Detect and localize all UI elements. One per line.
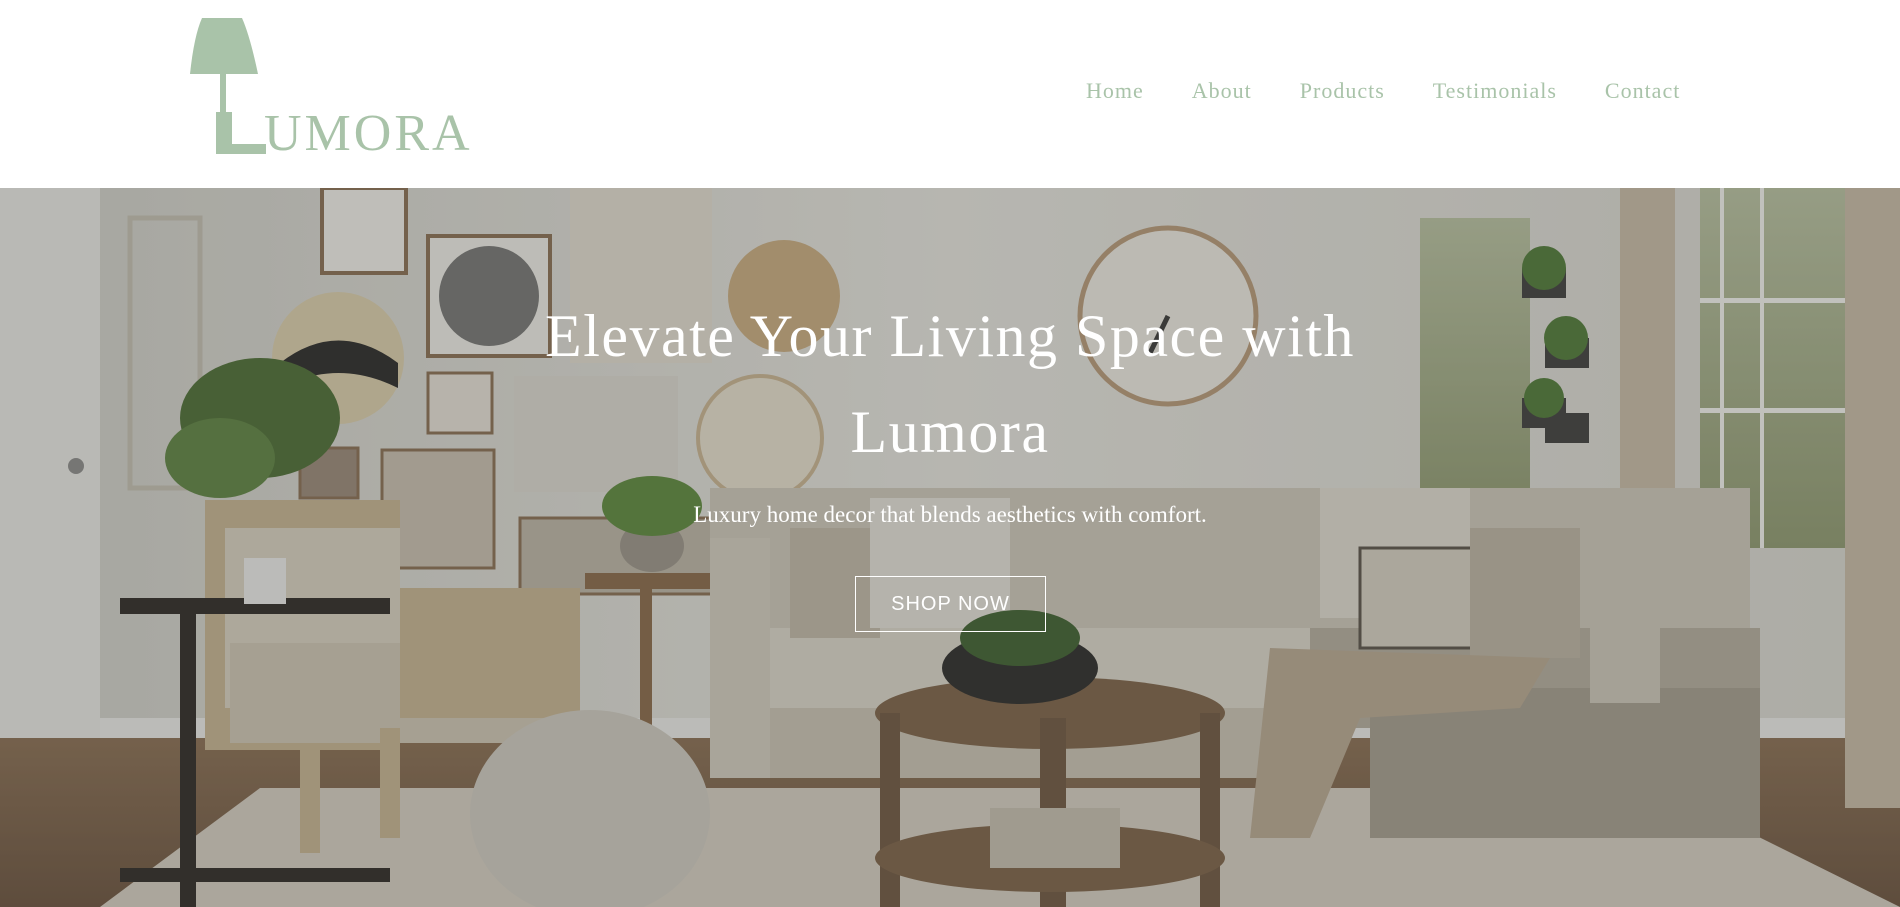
shop-now-button[interactable]: SHOP NOW [855, 576, 1046, 632]
hero-title: Elevate Your Living Space with Lumora [545, 303, 1355, 465]
hero-section: Elevate Your Living Space with Lumora Lu… [0, 188, 1900, 907]
nav-products[interactable]: Products [1300, 78, 1385, 108]
nav-about[interactable]: About [1192, 78, 1252, 108]
hero-content: Elevate Your Living Space with Lumora Lu… [0, 188, 1900, 907]
nav-home[interactable]: Home [1086, 78, 1144, 108]
lumora-logo[interactable]: UMORA [188, 16, 470, 160]
main-nav: Home About Products Testimonials Contact [1086, 78, 1680, 108]
logo-text: UMORA [264, 105, 473, 162]
nav-contact[interactable]: Contact [1605, 78, 1680, 108]
nav-testimonials[interactable]: Testimonials [1433, 78, 1557, 108]
site-header: UMORA Home About Products Testimonials C… [0, 0, 1900, 188]
hero-subtitle: Luxury home decor that blends aesthetics… [693, 502, 1207, 527]
